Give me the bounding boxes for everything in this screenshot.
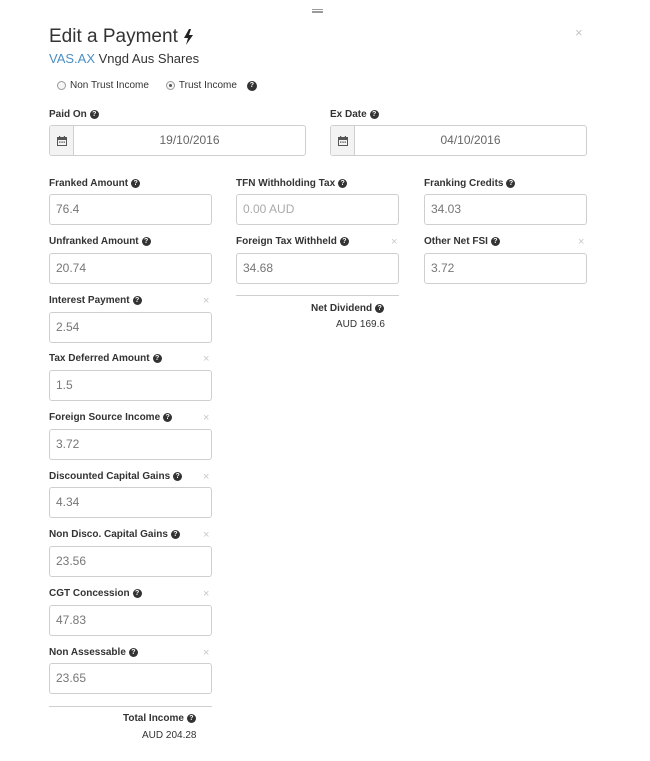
tfn-withholding-label-text: TFN Withholding Tax (236, 178, 336, 189)
foreign-tax-withheld-label-text: Foreign Tax Withheld (236, 236, 337, 247)
calendar-icon[interactable] (50, 126, 74, 155)
total-income-label: Total Income ? (123, 713, 196, 724)
remove-non-assessable-button[interactable]: × (203, 648, 209, 659)
calendar-icon[interactable] (331, 126, 355, 155)
other-net-fsi-label-text: Other Net FSI (424, 236, 488, 247)
question-circle-icon[interactable]: ? (152, 354, 162, 363)
discounted-capital-gains-input[interactable]: 4.34 (49, 487, 212, 518)
remove-interest-payment-button[interactable]: × (203, 296, 209, 307)
franking-credits-input[interactable]: 34.03 (424, 194, 587, 225)
discounted-capital-gains-label-text: Discounted Capital Gains (49, 471, 171, 482)
radio-non-trust-dot[interactable] (57, 81, 66, 90)
foreign-tax-withheld-label: Foreign Tax Withheld ? (236, 236, 349, 247)
tax-deferred-label: Tax Deferred Amount ? (49, 353, 162, 364)
unfranked-amount-label: Unfranked Amount ? (49, 236, 151, 247)
non-assessable-label: Non Assessable ? (49, 647, 138, 658)
cgt-concession-input[interactable]: 47.83 (49, 605, 212, 636)
interest-payment-label: Interest Payment ? (49, 295, 142, 306)
question-circle-icon[interactable]: ? (186, 714, 196, 723)
interest-payment-label-text: Interest Payment (49, 295, 130, 306)
question-circle-icon[interactable]: ? (132, 589, 142, 598)
tax-deferred-input[interactable]: 1.5 (49, 370, 212, 401)
radio-trust-income[interactable]: Trust Income (165, 80, 237, 91)
foreign-tax-withheld-input[interactable]: 34.68 (236, 253, 399, 284)
franked-amount-label: Franked Amount ? (49, 178, 141, 189)
close-modal-button[interactable]: × (575, 26, 583, 39)
non-disco-capital-gains-label-text: Non Disco. Capital Gains (49, 529, 168, 540)
remove-foreign-source-income-button[interactable]: × (203, 413, 209, 424)
tfn-withholding-input[interactable]: 0.00 AUD (236, 194, 399, 225)
non-disco-capital-gains-input[interactable]: 23.56 (49, 546, 212, 577)
remove-cgt-concession-button[interactable]: × (203, 589, 209, 600)
remove-non-disco-capital-gains-button[interactable]: × (203, 530, 209, 541)
paid-on-label-text: Paid On (49, 109, 87, 120)
cgt-concession-label-text: CGT Concession (49, 588, 130, 599)
lightning-bolt-icon (183, 29, 193, 45)
remove-foreign-tax-button[interactable]: × (391, 237, 397, 248)
ex-date-label: Ex Date ? (330, 109, 379, 120)
ex-date-label-text: Ex Date (330, 109, 367, 120)
discounted-capital-gains-label: Discounted Capital Gains ? (49, 471, 183, 482)
question-circle-icon[interactable]: ? (339, 237, 349, 246)
non-assessable-input[interactable]: 23.65 (49, 663, 212, 694)
question-circle-icon[interactable]: ? (132, 296, 142, 305)
question-circle-icon[interactable]: ? (131, 179, 141, 188)
net-dividend-label-text: Net Dividend (311, 303, 373, 314)
foreign-source-income-input[interactable]: 3.72 (49, 429, 212, 460)
question-circle-icon[interactable]: ? (369, 110, 379, 119)
net-dividend-divider (236, 295, 399, 296)
income-type-radio-group: Non Trust Income Trust Income ? (57, 80, 257, 91)
question-circle-icon[interactable]: ? (173, 472, 183, 481)
net-dividend-value: AUD 169.6 (336, 319, 385, 330)
security-subtitle: VAS.AX Vngd Aus Shares (49, 51, 199, 66)
question-circle-icon[interactable]: ? (338, 179, 348, 188)
franked-amount-input[interactable]: 76.4 (49, 194, 212, 225)
franking-credits-label: Franking Credits ? (424, 178, 516, 189)
tax-deferred-label-text: Tax Deferred Amount (49, 353, 150, 364)
foreign-source-income-label-text: Foreign Source Income (49, 412, 161, 423)
question-circle-icon[interactable]: ? (170, 530, 180, 539)
total-income-divider (49, 706, 212, 707)
radio-trust-dot[interactable] (165, 81, 175, 90)
security-ticker[interactable]: VAS.AX (49, 51, 95, 66)
unfranked-amount-label-text: Unfranked Amount (49, 236, 139, 247)
modal-title-text: Edit a Payment (49, 26, 178, 47)
paid-on-value[interactable]: 19/10/2016 (74, 126, 305, 155)
drag-handle[interactable] (312, 9, 323, 13)
question-circle-icon[interactable]: ? (128, 648, 138, 657)
total-income-value: AUD 204.28 (142, 730, 197, 741)
question-circle-icon[interactable]: ? (490, 237, 500, 246)
ex-date-value[interactable]: 04/10/2016 (355, 126, 586, 155)
ex-date-field[interactable]: 04/10/2016 (330, 125, 587, 156)
radio-non-trust-label: Non Trust Income (70, 80, 149, 91)
franking-credits-label-text: Franking Credits (424, 178, 504, 189)
foreign-source-income-label: Foreign Source Income ? (49, 412, 173, 423)
radio-trust-label: Trust Income (178, 80, 237, 91)
question-circle-icon[interactable]: ? (246, 80, 257, 91)
non-assessable-label-text: Non Assessable (49, 647, 126, 658)
franked-amount-label-text: Franked Amount (49, 178, 129, 189)
modal-title: Edit a Payment (49, 26, 194, 48)
remove-discounted-capital-gains-button[interactable]: × (203, 472, 209, 483)
question-circle-icon[interactable]: ? (163, 413, 173, 422)
security-name: Vngd Aus Shares (98, 51, 200, 66)
radio-non-trust-income[interactable]: Non Trust Income (57, 80, 149, 91)
question-circle-icon[interactable]: ? (141, 237, 151, 246)
non-disco-capital-gains-label: Non Disco. Capital Gains ? (49, 529, 180, 540)
unfranked-amount-input[interactable]: 20.74 (49, 253, 212, 284)
other-net-fsi-label: Other Net FSI ? (424, 236, 500, 247)
question-circle-icon[interactable]: ? (506, 179, 516, 188)
remove-other-net-fsi-button[interactable]: × (578, 237, 584, 248)
net-dividend-label: Net Dividend ? (311, 303, 385, 314)
interest-payment-input[interactable]: 2.54 (49, 312, 212, 343)
paid-on-date-field[interactable]: 19/10/2016 (49, 125, 306, 156)
remove-tax-deferred-button[interactable]: × (203, 354, 209, 365)
total-income-label-text: Total Income (123, 713, 184, 724)
question-circle-icon[interactable]: ? (89, 110, 99, 119)
question-circle-icon[interactable]: ? (375, 304, 385, 313)
other-net-fsi-input[interactable]: 3.72 (424, 253, 587, 284)
tfn-withholding-label: TFN Withholding Tax ? (236, 178, 348, 189)
cgt-concession-label: CGT Concession ? (49, 588, 142, 599)
paid-on-label: Paid On ? (49, 109, 99, 120)
